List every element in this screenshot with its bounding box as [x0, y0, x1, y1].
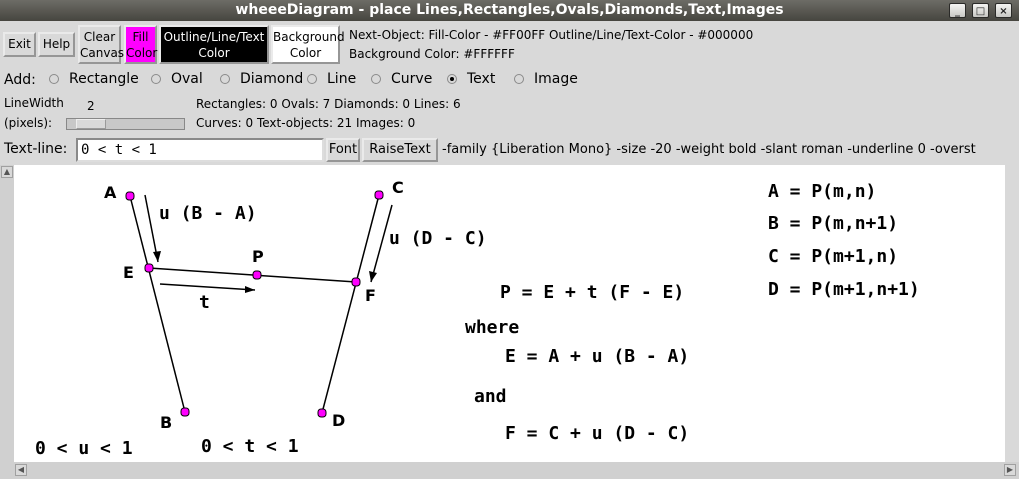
- radio-label-diamond[interactable]: Diamond: [240, 71, 303, 87]
- marker-e[interactable]: [144, 263, 154, 273]
- line-a-b: [129, 195, 186, 413]
- label-a: A: [104, 183, 117, 202]
- background-color-label-2: Color: [289, 46, 322, 60]
- marker-b[interactable]: [180, 407, 190, 417]
- text-eq-p: P = E + t (F - E): [500, 282, 684, 303]
- marker-a[interactable]: [125, 191, 135, 201]
- text-u-ba: u (B - A): [159, 203, 257, 224]
- label-p: P: [252, 247, 264, 266]
- marker-d[interactable]: [317, 408, 327, 418]
- window-title: wheeeDiagram - place Lines,Rectangles,Ov…: [235, 2, 784, 18]
- text-line-input[interactable]: [76, 138, 324, 162]
- radio-label-oval[interactable]: Oval: [171, 71, 203, 87]
- text-eq-f: F = C + u (D - C): [505, 423, 689, 444]
- radio-curve[interactable]: [371, 74, 381, 84]
- title-bar: wheeeDiagram - place Lines,Rectangles,Ov…: [0, 0, 1019, 21]
- background-color-info: Background Color: #FFFFFF: [349, 47, 515, 61]
- background-color-label-1: Background: [273, 30, 345, 44]
- background-color-button[interactable]: Background Color: [271, 25, 345, 64]
- text-line-label: Text-line:: [4, 141, 68, 157]
- minimize-button[interactable]: _: [949, 3, 966, 18]
- font-spec-text: -family {Liberation Mono} -size -20 -wei…: [442, 142, 976, 157]
- text-u-dc: u (D - C): [389, 228, 487, 249]
- horizontal-scrollbar[interactable]: ◀ ▶: [14, 462, 1019, 479]
- clear-canvas-label-2: Canvas: [80, 46, 125, 60]
- radio-label-curve[interactable]: Curve: [391, 71, 432, 87]
- radio-image[interactable]: [514, 74, 524, 84]
- arrow-t: [159, 283, 256, 291]
- help-button[interactable]: Help: [38, 32, 75, 57]
- text-def-d: D = P(m+1,n+1): [768, 279, 920, 300]
- clear-canvas-button[interactable]: Clear Canvas: [78, 25, 125, 64]
- fill-color-button[interactable]: Fill Color: [124, 25, 157, 64]
- scroll-up-icon[interactable]: ▲: [1, 166, 13, 178]
- add-label: Add:: [4, 72, 36, 88]
- radio-oval[interactable]: [151, 74, 161, 84]
- arrow-u-cd-head: [369, 271, 377, 282]
- scroll-left-icon[interactable]: ◀: [15, 464, 27, 476]
- radio-label-line[interactable]: Line: [327, 71, 356, 87]
- text-and: and: [474, 386, 507, 407]
- canvas-svg: A B C D E F P t u (B - A) u (D - C) P = …: [35, 178, 920, 459]
- radio-label-image[interactable]: Image: [534, 71, 578, 87]
- fill-color-label-1: Fill: [132, 30, 149, 44]
- drawing-canvas[interactable]: A B C D E F P t u (B - A) u (D - C) P = …: [14, 165, 1005, 462]
- label-d: D: [332, 411, 345, 430]
- radio-label-rectangle[interactable]: Rectangle: [69, 71, 139, 87]
- counts-row-1: Rectangles: 0 Ovals: 7 Diamonds: 0 Lines…: [196, 97, 461, 111]
- counts-row-2: Curves: 0 Text-objects: 21 Images: 0: [196, 116, 416, 130]
- label-f: F: [365, 286, 376, 305]
- radio-label-text[interactable]: Text: [467, 71, 495, 87]
- maximize-button[interactable]: □: [972, 3, 989, 18]
- radio-diamond[interactable]: [220, 74, 230, 84]
- text-def-a: A = P(m,n): [768, 181, 876, 202]
- text-u-range: 0 < u < 1: [35, 438, 133, 459]
- exit-button[interactable]: Exit: [3, 32, 36, 57]
- text-def-b: B = P(m,n+1): [768, 213, 898, 234]
- clear-canvas-label-1: Clear: [83, 30, 116, 44]
- outline-color-button[interactable]: Outline/Line/Text Color: [159, 25, 269, 64]
- text-def-c: C = P(m+1,n): [768, 246, 898, 267]
- next-object-info: Next-Object: Fill-Color - #FF00FF Outlin…: [349, 28, 754, 42]
- marker-c[interactable]: [374, 190, 384, 200]
- outline-color-label-1: Outline/Line/Text: [163, 30, 265, 44]
- radio-line[interactable]: [307, 74, 317, 84]
- linewidth-pixels-label: (pixels):: [4, 116, 53, 130]
- marker-p[interactable]: [252, 270, 262, 280]
- scroll-right-icon[interactable]: ▶: [1004, 464, 1016, 476]
- linewidth-slider[interactable]: [66, 118, 185, 130]
- linewidth-value: 2: [87, 99, 95, 113]
- font-button[interactable]: Font: [326, 138, 360, 162]
- marker-f[interactable]: [351, 277, 361, 287]
- linewidth-label: LineWidth: [4, 96, 64, 110]
- fill-color-label-2: Color: [126, 46, 158, 60]
- text-t-range: 0 < t < 1: [201, 436, 299, 457]
- vertical-scrollbar[interactable]: ▲: [0, 165, 14, 479]
- label-b: B: [160, 413, 172, 432]
- label-t: t: [199, 292, 210, 313]
- radio-rectangle[interactable]: [49, 74, 59, 84]
- radio-text[interactable]: [447, 74, 457, 84]
- raise-text-button[interactable]: RaiseText: [362, 138, 438, 162]
- text-eq-e: E = A + u (B - A): [505, 346, 689, 367]
- close-button[interactable]: ×: [995, 3, 1012, 18]
- linewidth-slider-handle[interactable]: [76, 119, 106, 129]
- outline-color-label-2: Color: [198, 46, 230, 60]
- text-where: where: [465, 317, 519, 338]
- label-c: C: [392, 178, 404, 197]
- arrow-t-head: [245, 286, 255, 293]
- label-e: E: [123, 263, 134, 282]
